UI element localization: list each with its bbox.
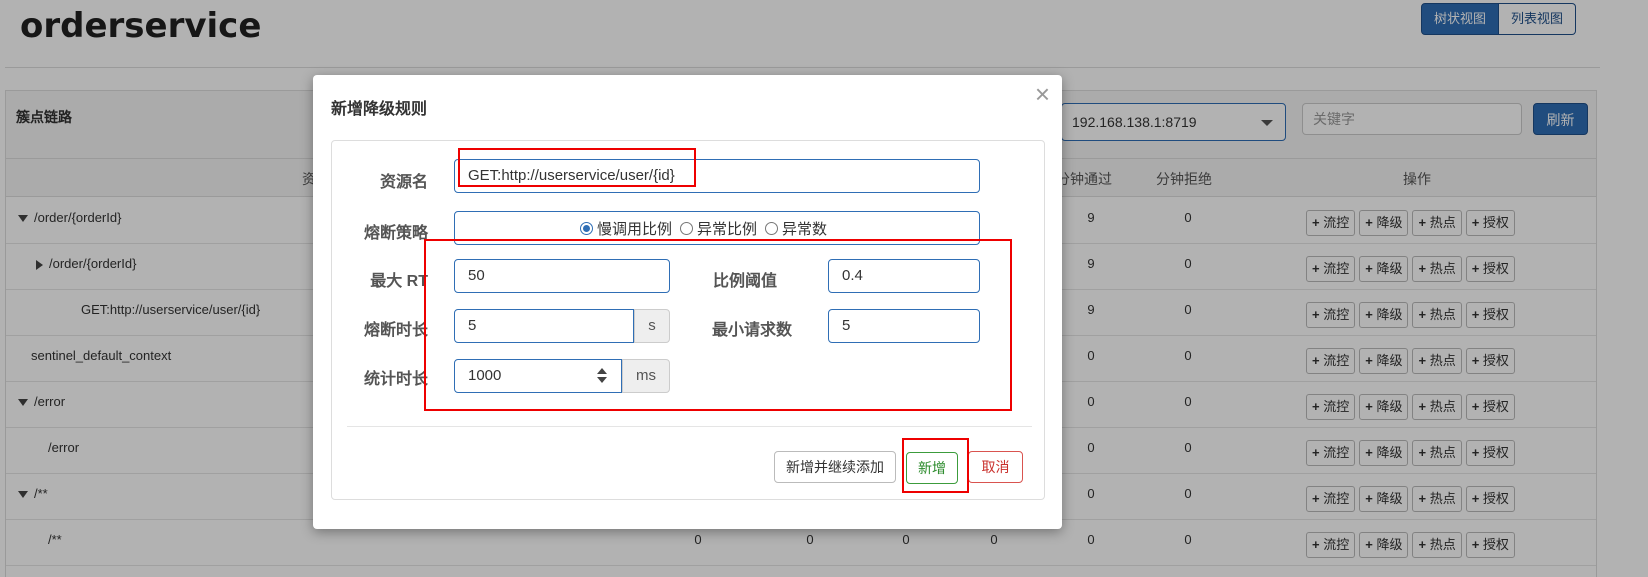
resource-name-label: 资源名 <box>379 174 428 191</box>
add-degrade-rule-dialog: 新增降级规则 × 资源名 GET:http://userservice/user… <box>313 75 1062 529</box>
break-duration-input[interactable]: 5 <box>454 309 634 343</box>
cancel-button[interactable]: 取消 <box>968 451 1023 483</box>
add-and-continue-button[interactable]: 新增并继续添加 <box>774 451 896 483</box>
add-button[interactable]: 新增 <box>906 452 958 484</box>
resource-name-input[interactable]: GET:http://userservice/user/{id} <box>454 159 980 193</box>
radio-empty-icon <box>765 222 779 235</box>
stat-unit-addon: ms <box>622 359 670 393</box>
footer-divider <box>347 426 1032 427</box>
circuit-strategy-label: 熔断策略 <box>363 225 428 242</box>
radio-empty-icon <box>680 222 694 235</box>
break-duration-label: 熔断时长 <box>363 322 428 339</box>
strategy-radio-row: 慢调用比例 异常比例 异常数 <box>580 218 827 239</box>
ratio-threshold-label: 比例阈值 <box>712 273 777 290</box>
max-rt-input[interactable]: 50 <box>454 259 670 293</box>
radio-exception-ratio[interactable]: 异常比例 <box>680 218 757 239</box>
stat-interval-input[interactable]: 1000 <box>454 359 622 393</box>
circuit-strategy-group: 慢调用比例 异常比例 异常数 <box>454 211 980 245</box>
stat-interval-label: 统计时长 <box>363 371 428 388</box>
radio-selected-icon <box>580 222 593 235</box>
radio-slow-call-ratio[interactable]: 慢调用比例 <box>580 218 672 239</box>
max-rt-label: 最大 RT <box>370 273 428 290</box>
dialog-body: 资源名 GET:http://userservice/user/{id} 熔断策… <box>331 140 1045 500</box>
dialog-title: 新增降级规则 <box>331 101 428 118</box>
ratio-threshold-input[interactable]: 0.4 <box>828 259 980 293</box>
duration-unit-addon: s <box>634 309 670 343</box>
close-icon[interactable]: × <box>1035 81 1050 107</box>
min-request-input[interactable]: 5 <box>828 309 980 343</box>
stat-interval-value: 1000 <box>468 367 502 384</box>
min-request-label: 最小请求数 <box>711 322 792 339</box>
number-spinner-icon[interactable] <box>597 368 607 384</box>
radio-exception-count[interactable]: 异常数 <box>765 218 827 239</box>
